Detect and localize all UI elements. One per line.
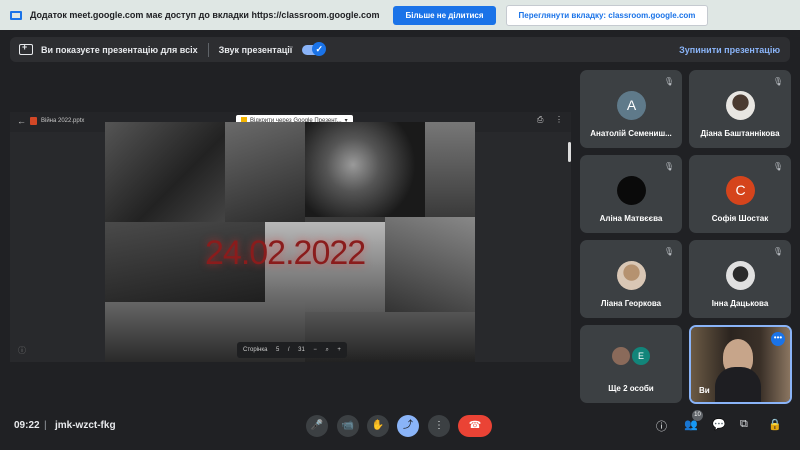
participant-name: Ліана Георкова [600, 299, 662, 308]
presentation-sound-label: Звук презентації [218, 44, 293, 55]
mic-off-icon: 🎙 [663, 77, 674, 86]
participant-name: Софія Шостак [711, 214, 769, 223]
hangup-icon: ☎ [468, 420, 482, 431]
avatar [612, 347, 630, 365]
body [715, 367, 761, 402]
print-icon[interactable]: ⎙ [537, 115, 543, 125]
divider [207, 42, 209, 57]
collage-photo [105, 122, 225, 222]
collage-photo [425, 122, 475, 217]
more-participants-tile[interactable]: E Ще 2 особи [580, 325, 682, 403]
page-label: Сторінка [243, 347, 268, 353]
more-vert-icon: ⋮ [434, 420, 444, 431]
avatar: E [632, 347, 650, 365]
microphone-button[interactable]: 🎤 [306, 415, 328, 437]
participant-tile[interactable]: 🎙 Ліана Георкова [580, 240, 682, 318]
more-options-button[interactable]: ⋮ [428, 415, 450, 437]
scrollbar[interactable] [568, 142, 571, 162]
tab-sharing-bar: Додаток meet.google.com має доступ до вк… [0, 0, 800, 30]
activities-button[interactable]: ⧉ [740, 418, 748, 431]
stop-sharing-button[interactable]: Більше не ділитися [393, 5, 496, 25]
present-icon: ⤴ [403, 420, 413, 431]
mic-off-icon: 🎙 [772, 162, 783, 171]
participant-name: Аліна Матвєєва [599, 214, 663, 223]
presenting-status: Ви показуєте презентацію для всіх [41, 44, 198, 55]
view-tab-button[interactable]: Переглянути вкладку: classroom.google.co… [505, 4, 709, 26]
check-icon: ✓ [312, 41, 327, 56]
zoom-icon: ⌕ [325, 346, 329, 353]
avatar [726, 91, 755, 120]
collage-photo [225, 122, 305, 222]
camera-icon: 📹 [341, 420, 355, 431]
activities-icon: ⧉ [740, 418, 748, 430]
chat-icon: 💬 [712, 419, 726, 431]
total-pages: 31 [298, 347, 305, 353]
participant-tile[interactable]: 🎙 Аліна Матвєєва [580, 155, 682, 233]
screen-share-icon [10, 10, 22, 20]
avatar: А [617, 91, 646, 120]
divider: | [44, 420, 47, 431]
control-bar: 09:22 | jmk-wzct-fkg 🎤 📹 ✋ ⤴ ⋮ ☎ ⓘ 👥 10 … [0, 400, 800, 450]
shared-screen: ← Війна 2022.pptx Відкрити через Google … [10, 112, 571, 362]
host-controls-button[interactable]: 🔒 [768, 418, 782, 431]
present-screen-icon [19, 42, 33, 55]
leave-call-button[interactable]: ☎ [458, 415, 492, 437]
meeting-code: jmk-wzct-fkg [55, 420, 116, 431]
mic-off-icon: 🎙 [772, 77, 783, 86]
camera-button[interactable]: 📹 [337, 415, 359, 437]
participant-count-badge: 10 [692, 410, 703, 421]
mic-off-icon: 🎙 [772, 247, 783, 256]
mic-off-icon: 🎙 [663, 247, 674, 256]
info-icon: ⓘ [656, 421, 667, 433]
powerpoint-icon [30, 117, 37, 125]
participant-tile[interactable]: 🎙 А Анатолій Семениш... [580, 70, 682, 148]
more-vert-icon[interactable]: ⋮ [555, 115, 563, 124]
lock-icon: 🔒 [768, 419, 782, 431]
present-button[interactable]: ⤴ [397, 415, 419, 437]
sharing-message: Додаток meet.google.com має доступ до вк… [30, 10, 380, 20]
meeting-info-button[interactable]: ⓘ [656, 418, 667, 434]
back-arrow-icon[interactable]: ← [17, 116, 26, 126]
raise-hand-button[interactable]: ✋ [367, 415, 389, 437]
collage-photo [305, 122, 425, 217]
avatar: С [726, 176, 755, 205]
file-name: Війна 2022.pptx [41, 118, 85, 124]
meeting-time: 09:22 [14, 420, 40, 431]
participant-name: Анатолій Семениш... [590, 129, 672, 138]
presentation-slide: 24.02.2022 [105, 122, 475, 362]
self-label: Ви [699, 386, 710, 395]
participant-name: Інна Дацькова [711, 299, 769, 308]
mic-off-icon: 🎙 [663, 162, 674, 171]
stop-presenting-button[interactable]: Зупинити презентацію [679, 45, 780, 55]
zoom-out-icon[interactable]: − [313, 347, 317, 353]
avatar [617, 261, 646, 290]
mic-icon: 🎤 [310, 420, 324, 431]
page-separator: / [287, 347, 290, 353]
avatar [617, 176, 646, 205]
info-icon[interactable]: ⓘ [18, 345, 26, 356]
presentation-bar: Ви показуєте презентацію для всіх Звук п… [10, 37, 790, 62]
hand-icon: ✋ [371, 420, 385, 431]
participant-tile[interactable]: 🎙 Інна Дацькова [689, 240, 791, 318]
more-horiz-icon[interactable]: ••• [771, 332, 785, 346]
collage-photo [385, 217, 475, 312]
participant-tile[interactable]: 🎙 С Софія Шостак [689, 155, 791, 233]
participant-name: Діана Баштаннікова [700, 129, 780, 138]
self-video-tile[interactable]: ••• Ви [689, 325, 792, 404]
zoom-in-icon[interactable]: + [337, 347, 341, 353]
avatar [726, 261, 755, 290]
chat-button[interactable]: 💬 [712, 418, 726, 431]
participant-tile[interactable]: 🎙 Діана Баштаннікова [689, 70, 791, 148]
more-participants-label: Ще 2 особи [608, 384, 654, 393]
slide-date-text: 24.02.2022 [205, 234, 366, 272]
presentation-sound-toggle[interactable]: ✓ [302, 41, 327, 56]
current-page[interactable]: 5 [276, 347, 279, 353]
page-navigator: Сторінка 5 / 31 − ⌕ + [237, 342, 347, 358]
